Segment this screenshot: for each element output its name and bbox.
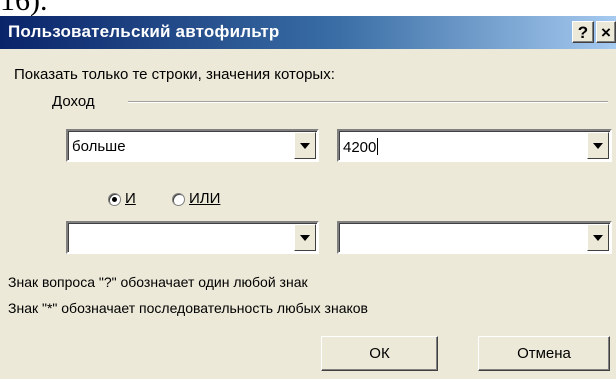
title-bar[interactable]: Пользовательский автофильтр ? × bbox=[0, 16, 616, 49]
value-field-1: 4200 bbox=[343, 138, 379, 156]
radio-or-label[interactable]: ИЛИ bbox=[189, 190, 220, 207]
dropdown-arrow-icon[interactable] bbox=[587, 132, 609, 159]
dropdown-arrow-icon[interactable] bbox=[587, 224, 609, 251]
filter-prompt: Показать только те строки, значения кото… bbox=[14, 66, 335, 83]
operator-value-1: больше bbox=[72, 138, 126, 155]
text-caret bbox=[377, 138, 379, 155]
value-combo-2[interactable] bbox=[337, 221, 612, 254]
field-label: Доход bbox=[52, 93, 95, 110]
custom-autofilter-dialog: Пользовательский автофильтр ? × Показать… bbox=[0, 16, 616, 379]
dialog-title: Пользовательский автофильтр bbox=[8, 22, 280, 41]
radio-and-label[interactable]: И bbox=[125, 190, 136, 207]
group-divider bbox=[128, 101, 608, 103]
radio-and[interactable] bbox=[108, 193, 121, 206]
hint-question-mark: Знак вопроса "?" обозначает один любой з… bbox=[8, 274, 308, 290]
operator-select-2[interactable] bbox=[66, 221, 319, 254]
close-button[interactable]: × bbox=[596, 21, 616, 43]
page-text-fragment: 16). bbox=[0, 0, 616, 16]
cancel-button[interactable]: Отмена bbox=[478, 336, 610, 371]
help-button[interactable]: ? bbox=[572, 21, 594, 43]
dropdown-arrow-icon[interactable] bbox=[294, 224, 316, 251]
radio-selected-dot bbox=[112, 197, 117, 202]
dropdown-arrow-icon[interactable] bbox=[294, 132, 316, 159]
operator-select-1[interactable]: больше bbox=[66, 129, 319, 162]
value-combo-1[interactable]: 4200 bbox=[337, 129, 612, 162]
ok-button[interactable]: ОК bbox=[321, 336, 438, 371]
value-text-1: 4200 bbox=[343, 139, 377, 156]
radio-or[interactable] bbox=[172, 193, 185, 206]
hint-asterisk: Знак "*" обозначает последовательность л… bbox=[8, 300, 368, 316]
